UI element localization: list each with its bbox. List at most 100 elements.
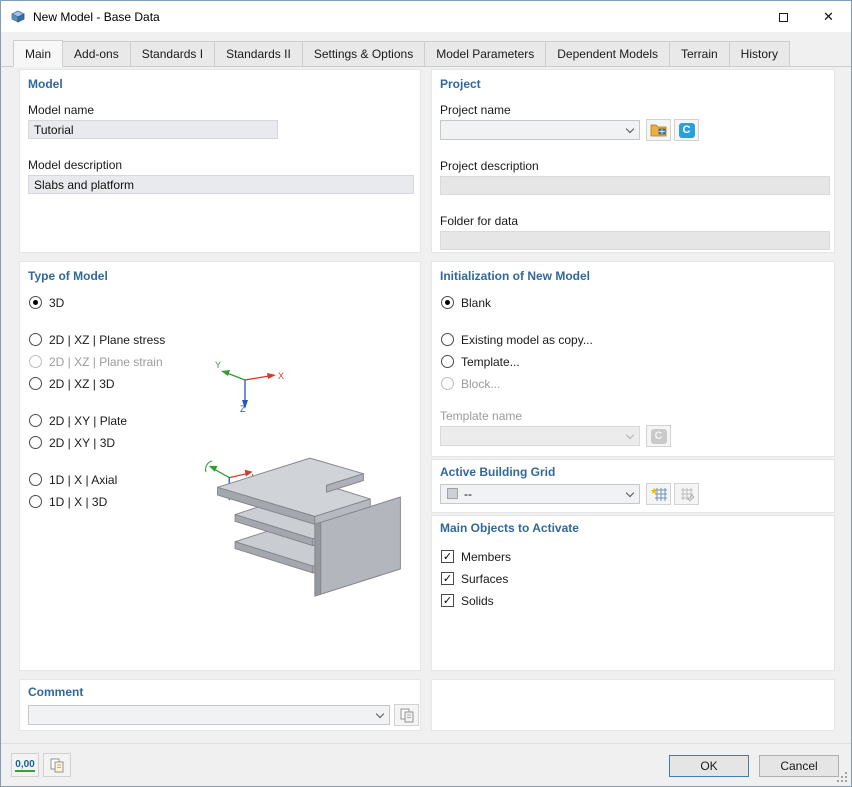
empty-panel <box>431 679 835 731</box>
radio-2d-xy-plate[interactable]: 2D | XY | Plate <box>29 413 127 428</box>
building-grid-value: -- <box>464 487 472 501</box>
resize-grip[interactable] <box>836 771 848 783</box>
comment-presets-button[interactable] <box>394 704 419 726</box>
template-name-label: Template name <box>440 409 522 423</box>
model-section-title: Model <box>28 77 63 91</box>
radio-icon <box>29 333 42 346</box>
new-building-grid-button[interactable]: ★ <box>646 483 671 505</box>
titlebar: New Model - Base Data ✕ <box>1 1 851 32</box>
model-panel: Model Model name Model description <box>19 69 421 253</box>
model-name-input[interactable] <box>28 120 278 139</box>
axis-z-label: Z <box>240 404 246 414</box>
type-of-model-section-title: Type of Model <box>28 269 108 283</box>
radio-icon <box>441 333 454 346</box>
edit-building-grid-button <box>674 483 699 505</box>
comment-combo[interactable] <box>28 705 390 725</box>
radio-icon <box>441 355 454 368</box>
radio-2d-xz-plane-strain: 2D | XZ | Plane strain <box>29 354 163 369</box>
new-grid-icon: ★ <box>650 486 668 502</box>
copy-icon <box>399 707 415 723</box>
project-manager-button[interactable] <box>646 119 671 141</box>
grid-color-swatch <box>447 488 458 499</box>
close-icon: ✕ <box>823 9 834 24</box>
copy-icon <box>49 757 65 773</box>
project-description-label: Project description <box>440 159 539 173</box>
checkbox-solids[interactable]: ✓ Solids <box>441 593 494 608</box>
radio-icon <box>29 377 42 390</box>
new-model-dialog: New Model - Base Data ✕ Main Add-ons Sta… <box>0 0 852 787</box>
model-description-label: Model description <box>28 158 122 172</box>
app-icon <box>10 8 26 24</box>
project-description-input[interactable] <box>440 176 830 195</box>
radio-icon <box>29 495 42 508</box>
decimal-format-icon: 0,00 <box>15 759 34 772</box>
radio-2d-xy-3d[interactable]: 2D | XY | 3D <box>29 435 115 450</box>
project-name-label: Project name <box>440 103 511 117</box>
checkbox-members[interactable]: ✓ Members <box>441 549 511 564</box>
checkbox-checked-icon: ✓ <box>441 572 454 585</box>
radio-blank[interactable]: Blank <box>441 295 491 310</box>
model-description-input[interactable] <box>28 175 414 194</box>
radio-icon <box>29 436 42 449</box>
comment-panel: Comment <box>19 679 421 731</box>
type-of-model-panel: Type of Model 3D 2D | XZ | Plane stress … <box>19 261 421 671</box>
checkbox-checked-icon: ✓ <box>441 550 454 563</box>
star-icon: ★ <box>650 486 658 496</box>
tab-history[interactable]: History <box>729 41 790 66</box>
footer-separator <box>1 743 851 744</box>
project-connect-button[interactable]: C <box>674 119 699 141</box>
template-connect-button: C <box>646 425 671 447</box>
tab-add-ons[interactable]: Add-ons <box>62 41 131 66</box>
folder-for-data-input[interactable] <box>440 231 830 250</box>
checkbox-surfaces[interactable]: ✓ Surfaces <box>441 571 508 586</box>
maximize-button[interactable] <box>761 1 806 32</box>
tab-main[interactable]: Main <box>13 40 63 67</box>
cancel-button[interactable]: Cancel <box>759 755 839 777</box>
radio-template[interactable]: Template... <box>441 354 520 369</box>
tab-terrain[interactable]: Terrain <box>669 41 730 66</box>
project-folder-icon <box>650 122 667 138</box>
radio-3d[interactable]: 3D <box>29 295 64 310</box>
chevron-down-icon <box>626 431 634 439</box>
model-preview-illustration <box>196 427 420 604</box>
tab-standards-1[interactable]: Standards I <box>130 41 215 66</box>
radio-2d-xz-3d[interactable]: 2D | XZ | 3D <box>29 376 115 391</box>
tab-dependent-models[interactable]: Dependent Models <box>545 41 670 66</box>
building-grid-combo[interactable]: -- <box>440 484 640 504</box>
ok-button[interactable]: OK <box>669 755 749 777</box>
axis-y-label: Y <box>215 360 221 370</box>
radio-existing-model-copy[interactable]: Existing model as copy... <box>441 332 593 347</box>
chevron-down-icon <box>626 489 634 497</box>
radio-icon <box>29 296 42 309</box>
chevron-down-icon <box>626 125 634 133</box>
close-button[interactable]: ✕ <box>806 1 851 32</box>
tab-model-parameters[interactable]: Model Parameters <box>424 41 546 66</box>
chevron-down-icon <box>376 710 384 718</box>
radio-icon <box>29 355 42 368</box>
radio-block: Block... <box>441 376 500 391</box>
initialization-section-title: Initialization of New Model <box>440 269 590 283</box>
letter-c-icon: C <box>679 123 695 138</box>
folder-for-data-label: Folder for data <box>440 214 518 228</box>
copy-settings-button[interactable] <box>43 753 71 777</box>
checkbox-checked-icon: ✓ <box>441 594 454 607</box>
building-grid-panel: Active Building Grid -- ★ <box>431 459 835 513</box>
template-name-combo <box>440 426 640 446</box>
project-name-combo[interactable] <box>440 120 640 140</box>
radio-2d-xz-plane-stress[interactable]: 2D | XZ | Plane stress <box>29 332 165 347</box>
tab-standards-2[interactable]: Standards II <box>214 41 303 66</box>
project-section-title: Project <box>440 77 481 91</box>
axis-x-label: X <box>278 371 284 381</box>
radio-1d-x-3d[interactable]: 1D | X | 3D <box>29 494 107 509</box>
building-grid-section-title: Active Building Grid <box>440 465 555 479</box>
comment-section-title: Comment <box>28 685 83 699</box>
maximize-icon <box>779 13 788 22</box>
project-panel: Project Project name C Project descripti… <box>431 69 835 253</box>
radio-icon <box>29 473 42 486</box>
radio-1d-x-axial[interactable]: 1D | X | Axial <box>29 472 117 487</box>
decimal-places-button[interactable]: 0,00 <box>11 753 39 777</box>
radio-icon <box>29 414 42 427</box>
tab-settings-options[interactable]: Settings & Options <box>302 41 425 66</box>
window-title: New Model - Base Data <box>33 10 160 24</box>
radio-icon <box>441 296 454 309</box>
